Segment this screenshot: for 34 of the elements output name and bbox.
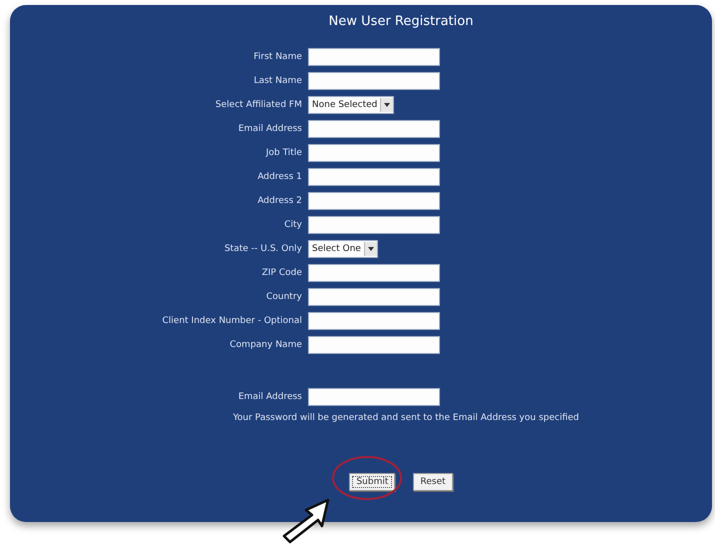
field-label: Select Affiliated FM — [214, 100, 302, 110]
field-label: Client Index Number - Optional — [161, 316, 302, 326]
field-label: Company Name — [228, 340, 302, 350]
input-field[interactable] — [308, 144, 440, 162]
input-field[interactable] — [308, 72, 440, 90]
form-button[interactable]: Reset — [413, 473, 453, 491]
field-label: Job Title — [264, 148, 302, 158]
caret-icon — [364, 242, 377, 256]
input-field[interactable] — [308, 388, 440, 406]
input-field[interactable] — [308, 168, 440, 186]
input-field[interactable] — [308, 120, 440, 138]
input-field[interactable] — [308, 264, 440, 282]
password-note: Your Password will be generated and sent to the Email Address you specified — [232, 413, 580, 423]
field-label: Address 2 — [256, 196, 302, 206]
input-field[interactable] — [308, 48, 440, 66]
field-label: City — [283, 220, 302, 230]
form-title: New User Registration — [328, 14, 474, 29]
field-label: First Name — [252, 52, 302, 62]
input-field[interactable] — [308, 336, 440, 354]
form-button[interactable]: Submit — [349, 473, 396, 491]
input-field[interactable] — [308, 216, 440, 234]
field-label: Country — [265, 292, 302, 302]
input-field[interactable] — [308, 312, 440, 330]
input-field[interactable] — [308, 192, 440, 210]
field-label: Address 1 — [256, 172, 302, 182]
field-label: Email Address — [237, 124, 302, 134]
field-label: Email Address — [237, 392, 302, 402]
dropdown[interactable]: None Selected — [308, 96, 394, 114]
field-label: ZIP Code — [260, 268, 302, 278]
field-label: Last Name — [252, 76, 302, 86]
input-field[interactable] — [308, 288, 440, 306]
caret-icon — [380, 98, 394, 112]
field-label: State -- U.S. Only — [223, 244, 302, 254]
dropdown[interactable]: Select One — [308, 240, 378, 258]
